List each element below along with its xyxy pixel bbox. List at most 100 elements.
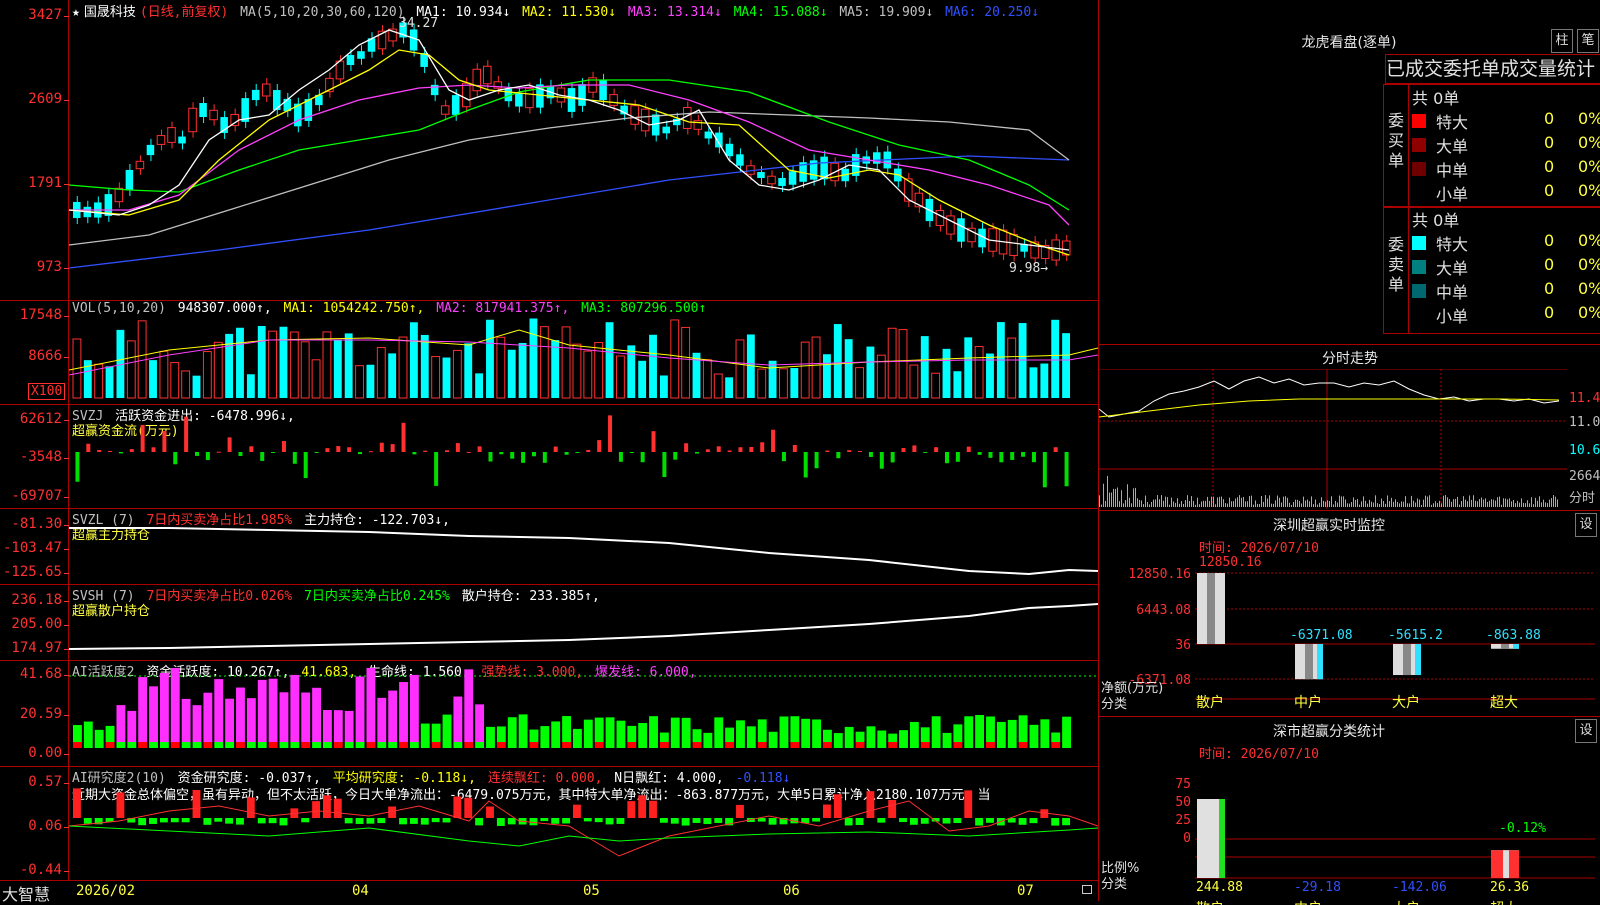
intraday-price-label: 10.6 — [1569, 443, 1600, 458]
ai-active-panel[interactable]: 41.68 20.59 0.00 AI活跃度2 资金活跃度: 10.267↑, … — [0, 660, 1098, 767]
svzj-chart — [75, 415, 1069, 488]
activity-base — [757, 742, 767, 748]
flow-bar — [847, 450, 852, 452]
ai-research-panel[interactable]: 0.57 0.06 -0.44 AI研究度2(10) 资金研究度: -0.037… — [0, 766, 1098, 881]
intraday-vol-bar — [1315, 499, 1316, 507]
intraday-vol-bar — [1203, 500, 1204, 507]
lhb-row-label: 特大 — [1436, 235, 1469, 254]
flow-bar — [412, 452, 417, 455]
volume-bar — [833, 324, 842, 398]
tick-view-button[interactable]: 笔 — [1577, 29, 1599, 53]
volume-bar — [300, 341, 310, 399]
activity-base — [268, 742, 278, 748]
intraday-vol-bar — [1463, 496, 1464, 507]
intraday-vol-bar — [1289, 502, 1290, 507]
activity-bar — [366, 667, 376, 742]
x-label: 07 — [1017, 883, 1034, 899]
classify-panel[interactable]: 深市超赢分类统计 设 时间: 2026/07/10 75 50 25 0 比例%… — [1098, 716, 1600, 905]
intraday-vol-bar — [1439, 500, 1440, 507]
intraday-vol-bar — [1555, 496, 1556, 507]
intraday-vol-bar — [1517, 500, 1518, 507]
monitor-bar-core — [1501, 644, 1509, 649]
flow-bar — [379, 442, 384, 452]
candle — [715, 132, 723, 148]
intraday-vol-bar — [1251, 495, 1252, 507]
research-bar — [496, 818, 505, 826]
activity-base — [964, 742, 974, 748]
flow-bar — [749, 446, 754, 452]
intraday-vol-bar — [1163, 500, 1164, 507]
intraday-vol-bar — [1431, 504, 1432, 507]
flow-bar — [738, 447, 743, 452]
research-bar — [627, 801, 636, 818]
svzl-y-axis: -81.30 -103.47 -125.65 — [0, 508, 70, 584]
monitor-title: 深圳超赢实时监控 — [1273, 518, 1385, 534]
lhb-row-label: 大单 — [1436, 259, 1469, 278]
intraday-vol-bar — [1537, 500, 1538, 507]
intraday-vol-bar — [1455, 498, 1456, 507]
svzl-panel[interactable]: -81.30 -103.47 -125.65 SVZL (7) 7日内买卖净占比… — [0, 508, 1098, 585]
activity-bar — [138, 677, 148, 742]
flow-bar — [423, 450, 428, 452]
classify-settings-button[interactable]: 设 — [1575, 719, 1597, 743]
volume-bar — [811, 336, 821, 399]
activity-bar — [551, 721, 561, 742]
classify-y-label: 75 — [1175, 777, 1191, 792]
intraday-vol-bar — [1441, 503, 1442, 507]
svzj-panel[interactable]: 62612 -3548 -69707 SVZJ 活跃资金进出: -6478.99… — [0, 404, 1098, 509]
activity-base — [192, 742, 202, 748]
kline-panel[interactable]: 3427 2609 1791 973 ★ 国晟科技 (日线,前复权) MA(5,10… — [0, 0, 1098, 301]
research-bar — [366, 818, 375, 824]
intraday-vol-bar — [1469, 495, 1470, 507]
activity-bar — [670, 717, 680, 742]
research-bar — [562, 818, 570, 824]
volume-bar — [551, 340, 560, 398]
intraday-vol-bar — [1401, 501, 1402, 507]
candle — [409, 29, 418, 51]
intraday-panel[interactable]: 分时走势 11.4 11.0 10.6 26642 分时 — [1098, 344, 1600, 511]
intraday-vol-bar — [1135, 487, 1136, 507]
activity-base — [583, 742, 593, 748]
lock-icon[interactable] — [1082, 885, 1092, 894]
activity-base — [975, 742, 985, 748]
activity-base — [562, 742, 571, 748]
volume-bar — [757, 368, 767, 399]
intraday-vol-bar — [1213, 496, 1214, 507]
candle — [199, 103, 207, 117]
volume-panel[interactable]: 17548 8666 X100 VOL(5,10,20) 948307.000↑… — [0, 300, 1098, 405]
research-bar — [605, 818, 614, 825]
classify-bar-edge — [1219, 799, 1225, 878]
intraday-vol-bar — [1259, 504, 1260, 507]
intraday-vol-bar — [1395, 499, 1396, 507]
svzj-y-label: -69707 — [11, 488, 69, 504]
monitor-settings-button[interactable]: 设 — [1575, 513, 1597, 537]
intraday-vol-bar — [1157, 495, 1158, 507]
classify-value-label: -29.18 — [1294, 880, 1341, 895]
intraday-vol-bar — [1421, 504, 1422, 507]
intraday-vol-bar — [1111, 492, 1112, 507]
flow-bar — [347, 447, 352, 452]
kline-y-label: 3427 — [28, 7, 69, 23]
monitor-panel[interactable]: 深圳超赢实时监控 设 时间: 2026/07/10 12850.16 6443.… — [1098, 510, 1600, 717]
activity-base — [790, 742, 800, 748]
svsh-panel[interactable]: 236.18 205.00 174.97 SVSH (7) 7日内买卖净占比0.… — [0, 584, 1098, 661]
flow-bar — [390, 444, 395, 452]
intraday-vol-bar — [1381, 498, 1382, 507]
volume-bar — [627, 345, 636, 398]
classify-bar-core — [1503, 850, 1509, 878]
flow-bar — [803, 452, 808, 478]
volume-bar — [311, 359, 321, 399]
column-view-button[interactable]: 柱 — [1551, 29, 1573, 53]
monitor-bar-edge — [1513, 644, 1519, 649]
candle — [251, 89, 260, 101]
flow-bar — [999, 452, 1004, 463]
research-bar — [312, 801, 320, 818]
activity-base — [823, 742, 832, 748]
ma5-line — [69, 111, 1070, 246]
volume-bar — [649, 334, 657, 398]
volume-bar — [268, 330, 278, 399]
intraday-vol-bar — [1167, 497, 1168, 507]
intraday-vol-bar — [1197, 497, 1198, 507]
research-bar — [138, 818, 147, 826]
activity-bar — [801, 718, 811, 742]
